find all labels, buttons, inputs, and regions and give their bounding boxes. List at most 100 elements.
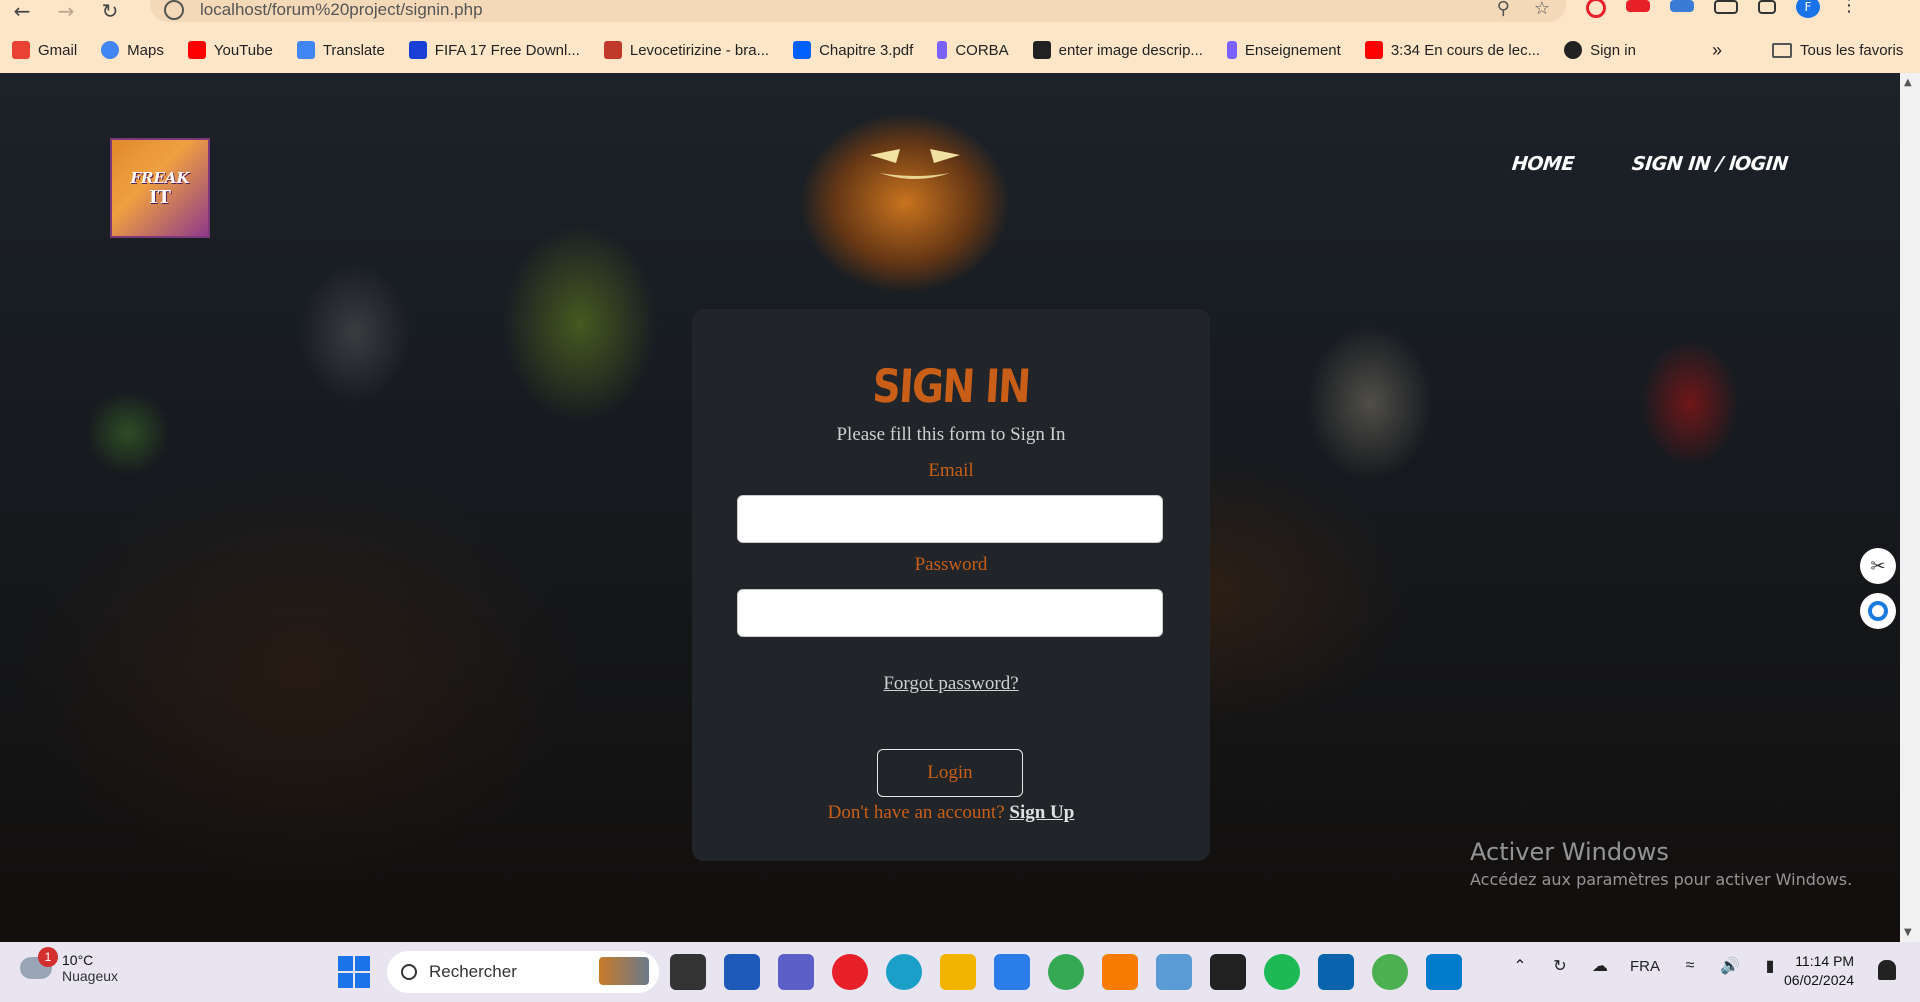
bookmark-label: YouTube <box>213 41 273 59</box>
assistant-ring-icon[interactable] <box>1860 593 1896 629</box>
address-bar[interactable]: localhost/forum%20project/signin.php ⚲ ☆ <box>150 0 1566 22</box>
edge-icon[interactable] <box>886 954 922 990</box>
bookmark-youtube[interactable]: YouTube <box>176 41 285 59</box>
notification-bell-icon[interactable] <box>1878 960 1896 980</box>
password-label: Password <box>914 554 988 575</box>
bookmark-maps[interactable]: Maps <box>89 41 176 59</box>
windows-activation-watermark: Activer Windows Accédez aux paramètres p… <box>1470 838 1852 889</box>
nav-signin-link[interactable]: SIGN IN / lOGIN <box>1631 153 1789 175</box>
bookmark-star-icon[interactable]: ☆ <box>1534 0 1550 19</box>
gmail-icon <box>12 41 30 59</box>
bookmark-github-signin[interactable]: Sign in <box>1552 41 1648 59</box>
blue-extension-icon[interactable] <box>1670 0 1694 12</box>
chrome-icon[interactable] <box>1048 954 1084 990</box>
address-url[interactable]: localhost/forum%20project/signin.php <box>200 0 483 20</box>
bookmark-corba[interactable]: CORBA <box>925 41 1020 59</box>
mail-extension-icon[interactable] <box>1626 0 1650 12</box>
weather-text: 10°C Nuageux <box>62 952 118 984</box>
page-scrollbar[interactable]: ▲ ▼ <box>1900 73 1920 942</box>
bookmark-chapitre[interactable]: Chapitre 3.pdf <box>781 41 925 59</box>
sync-icon[interactable]: ↻ <box>1550 956 1570 976</box>
weather-widget[interactable]: 1 10°C Nuageux <box>20 947 118 984</box>
site-info-icon[interactable] <box>164 0 184 20</box>
bookmark-fifa[interactable]: FIFA 17 Free Downl... <box>397 41 592 59</box>
chevron-up-icon[interactable]: ⌃ <box>1510 956 1530 976</box>
browser-menu-icon[interactable]: ⋮ <box>1840 0 1858 17</box>
windows-taskbar: 1 10°C Nuageux Rechercher ⌃ ↻ ☁ FRA ≈ 🔊 … <box>0 942 1920 1002</box>
bookmark-translate[interactable]: Translate <box>285 41 397 59</box>
bookmark-enseignement[interactable]: Enseignement <box>1215 41 1353 59</box>
store-icon[interactable] <box>724 954 760 990</box>
scroll-down-icon[interactable]: ▼ <box>1904 927 1912 938</box>
password-field[interactable] <box>737 589 1163 637</box>
notification-badge: 1 <box>38 947 58 967</box>
chrome-profile-icon[interactable] <box>1372 954 1408 990</box>
bookmark-image-description[interactable]: enter image descrip... <box>1021 41 1215 59</box>
xampp-icon[interactable] <box>1102 954 1138 990</box>
nav-home-link[interactable]: HOME <box>1511 153 1575 175</box>
terminal-icon[interactable] <box>1210 954 1246 990</box>
reload-icon[interactable]: ↻ <box>88 0 132 23</box>
wifi-icon[interactable]: ≈ <box>1680 956 1700 976</box>
outlook-icon[interactable] <box>1318 954 1354 990</box>
vscode-icon[interactable] <box>1426 954 1462 990</box>
side-panel-icon[interactable] <box>1758 0 1776 14</box>
bookmark-label: 3:34 En cours de lec... <box>1390 41 1541 59</box>
opera-icon[interactable] <box>832 954 868 990</box>
profile-avatar-icon[interactable]: F <box>1796 0 1820 18</box>
windows-start-icon[interactable] <box>338 956 370 988</box>
file-app-icon[interactable] <box>670 954 706 990</box>
bookmark-label: CORBA <box>955 41 1009 59</box>
system-clock[interactable]: 11:14 PM 06/02/2024 <box>1784 952 1854 990</box>
all-bookmarks-button[interactable]: Tous les favoris <box>1772 42 1903 59</box>
email-field[interactable] <box>737 495 1163 543</box>
language-indicator[interactable]: FRA <box>1630 958 1660 975</box>
weather-desc: Nuageux <box>62 968 119 984</box>
pumpkin-face-icon <box>870 149 960 179</box>
battery-icon[interactable]: ▮ <box>1760 956 1780 976</box>
forgot-password-link[interactable]: Forgot password? <box>692 673 1210 695</box>
bookmark-video[interactable]: 3:34 En cours de lec... <box>1353 41 1552 59</box>
extensions-puzzle-icon[interactable] <box>1714 0 1738 14</box>
info-icon <box>1032 41 1051 59</box>
scroll-up-icon[interactable]: ▲ <box>1904 77 1912 88</box>
site-nav: HOME SIGN IN / lOGIN <box>1511 153 1789 175</box>
dropbox-icon <box>793 41 812 59</box>
zoom-search-icon[interactable]: ⚲ <box>1497 0 1510 19</box>
teams-icon[interactable] <box>778 954 814 990</box>
search-icon <box>401 964 417 980</box>
back-arrow-icon[interactable]: ← <box>0 0 44 23</box>
cloud-icon: 1 <box>20 947 58 979</box>
google-icon <box>101 41 120 59</box>
browser-chrome: ← → ↻ localhost/forum%20project/signin.p… <box>0 0 1920 73</box>
github-icon <box>1564 41 1583 59</box>
activation-title: Activer Windows <box>1470 838 1669 866</box>
signup-prompt: Don't have an account? Sign Up <box>692 802 1210 824</box>
bookmark-levocetirizine[interactable]: Levocetirizine - bra... <box>592 41 781 59</box>
site-logo[interactable]: FREAK IT <box>110 138 210 238</box>
signup-link[interactable]: Sign Up <box>1009 802 1074 823</box>
bookmark-label: Gmail <box>38 41 78 59</box>
clock-date: 06/02/2024 <box>1784 972 1855 988</box>
forward-arrow-icon[interactable]: → <box>44 0 88 23</box>
clock-time: 11:14 PM <box>1795 953 1855 969</box>
bookmark-gmail[interactable]: Gmail <box>0 41 89 59</box>
spotify-icon[interactable] <box>1264 954 1300 990</box>
bookmark-label: Chapitre 3.pdf <box>819 41 914 59</box>
onedrive-cloud-icon[interactable]: ☁ <box>1590 956 1610 976</box>
folder-icon <box>1772 42 1792 58</box>
taskbar-apps <box>670 954 1462 990</box>
taskbar-search[interactable]: Rechercher <box>387 951 659 993</box>
bookmarks-overflow-icon[interactable]: » <box>1712 40 1722 61</box>
login-button[interactable]: Login <box>877 749 1023 797</box>
volume-icon[interactable]: 🔊 <box>1720 956 1740 976</box>
notepad-icon[interactable] <box>1156 954 1192 990</box>
signin-card: SIGN IN Please fill this form to Sign In… <box>692 309 1210 861</box>
scissors-icon[interactable]: ✂ <box>1860 548 1896 584</box>
opera-extension-icon[interactable] <box>1586 0 1606 18</box>
bookmarks-bar: Gmail Maps YouTube Translate FIFA 17 Fre… <box>0 36 1920 64</box>
search-placeholder: Rechercher <box>429 962 517 981</box>
file-explorer-icon[interactable] <box>940 954 976 990</box>
app-icon[interactable] <box>994 954 1030 990</box>
signin-subtitle: Please fill this form to Sign In <box>836 424 1066 445</box>
